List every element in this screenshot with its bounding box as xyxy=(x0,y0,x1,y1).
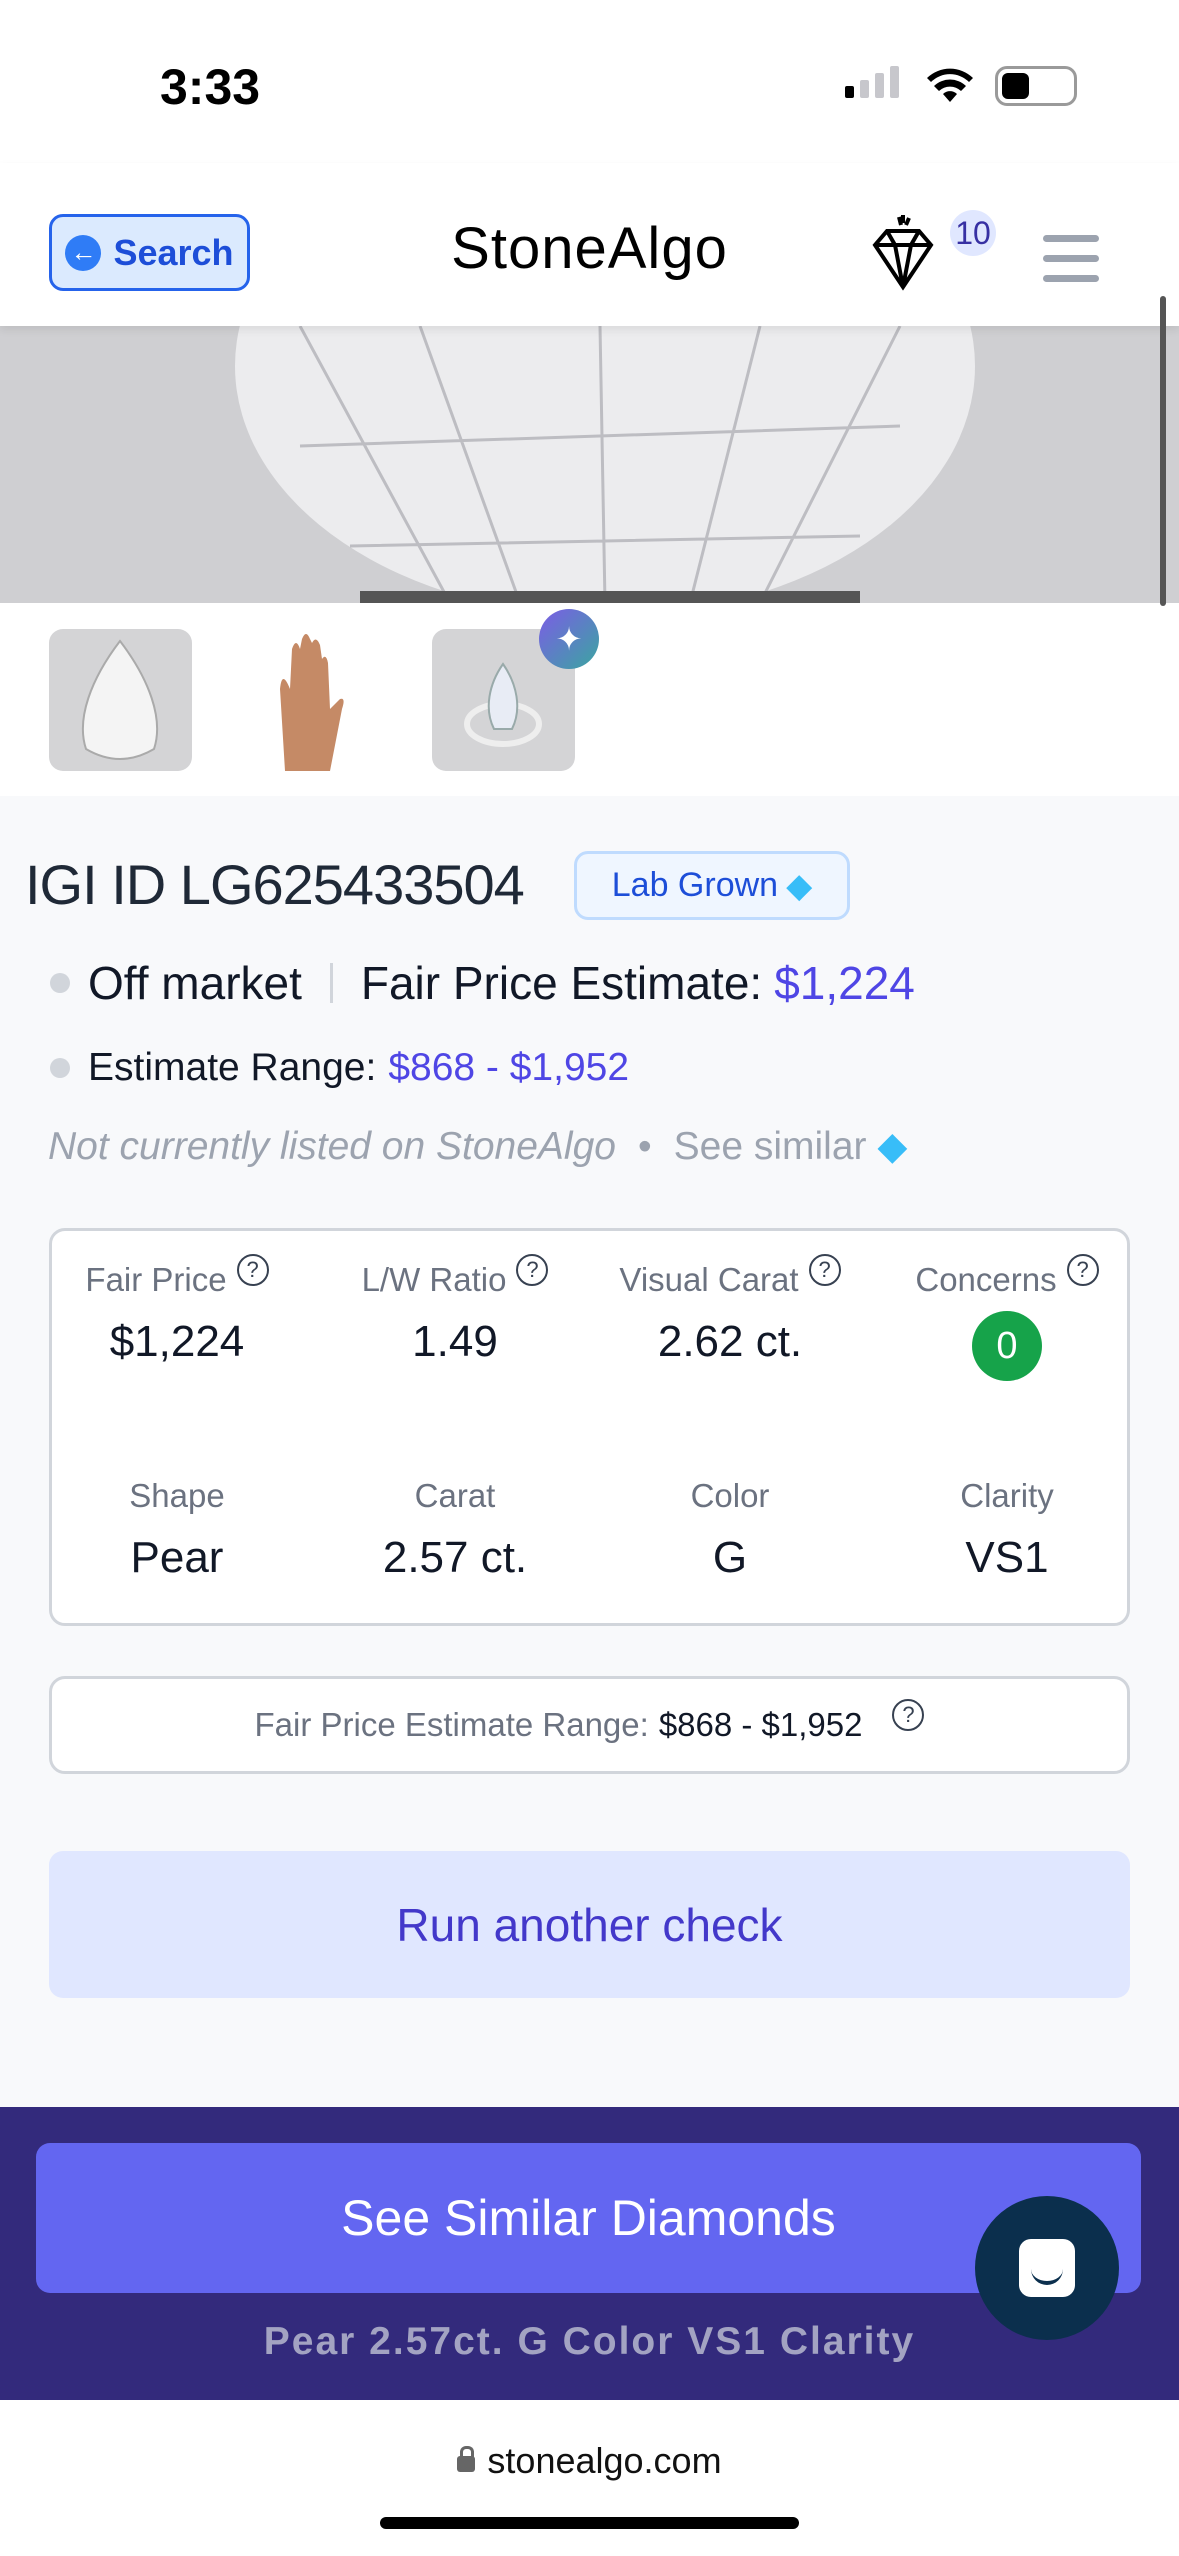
concerns-count-badge: 0 xyxy=(972,1311,1042,1381)
thumbnail-hand[interactable] xyxy=(240,629,383,771)
estimate-range-label: Estimate Range: xyxy=(88,1046,377,1089)
help-icon[interactable]: ? xyxy=(1066,1254,1099,1286)
diamond-icon[interactable] xyxy=(865,215,941,295)
ai-sparkle-icon[interactable]: ✦ xyxy=(539,609,599,669)
spec-visual-carat: Visual Carat? 2.62 ct. xyxy=(595,1254,865,1367)
status-dot xyxy=(50,973,70,993)
url-bar[interactable]: stonealgo.com xyxy=(0,2440,1179,2482)
fair-price-range-box: Fair Price Estimate Range: $868 - $1,952… xyxy=(49,1676,1130,1774)
spec-lw-ratio: L/W Ratio? 1.49 xyxy=(320,1254,590,1367)
logo[interactable]: StoneAlgo xyxy=(0,215,1179,282)
diamond-hero-image[interactable] xyxy=(0,326,1179,603)
lab-grown-label: Lab Grown xyxy=(611,866,779,904)
spec-value: $1,224 xyxy=(109,1317,245,1366)
see-similar-link[interactable]: See similar ◆ xyxy=(674,1124,908,1169)
estimate-range-value: $868 - $1,952 xyxy=(388,1046,630,1089)
top-nav: ← Search StoneAlgo 10 xyxy=(0,163,1179,326)
spec-label: Clarity xyxy=(960,1477,1054,1514)
spec-value: 2.62 ct. xyxy=(657,1317,803,1366)
menu-icon[interactable] xyxy=(1043,235,1099,295)
status-time: 3:33 xyxy=(160,59,261,115)
chat-icon[interactable] xyxy=(975,2196,1119,2340)
help-icon[interactable]: ? xyxy=(808,1254,841,1286)
spec-color: Color G xyxy=(595,1477,865,1583)
spec-label: Visual Carat xyxy=(619,1261,799,1298)
fair-price-value: $1,224 xyxy=(774,957,915,1009)
spec-label: Shape xyxy=(129,1477,225,1514)
listing-note: Not currently listed on StoneAlgo • See … xyxy=(48,1124,907,1169)
spec-value: VS1 xyxy=(965,1533,1049,1582)
spec-value: G xyxy=(712,1533,748,1582)
spec-value: 1.49 xyxy=(412,1317,498,1366)
saved-count-badge[interactable]: 10 xyxy=(950,210,996,256)
cta-subtitle: Pear 2.57ct. G Color VS1 Clarity xyxy=(263,2320,916,2363)
lab-grown-badge: Lab Grown ◆ xyxy=(574,851,850,920)
market-status-row: Off market Fair Price Estimate: $1,224 xyxy=(50,956,915,1010)
spec-label: Color xyxy=(690,1477,770,1514)
see-similar-label: See similar xyxy=(673,1125,867,1168)
battery-icon xyxy=(995,66,1077,106)
spec-value: Pear xyxy=(130,1533,224,1582)
specs-card: Fair Price? $1,224 L/W Ratio? 1.49 Visual … xyxy=(49,1228,1130,1626)
market-status: Off market xyxy=(88,957,302,1009)
run-another-check-button[interactable]: Run another check xyxy=(49,1851,1130,1998)
browser-bar: stonealgo.com xyxy=(0,2400,1179,2556)
fair-price-label: Fair Price Estimate: xyxy=(360,957,763,1009)
status-dot xyxy=(50,1058,70,1078)
range-label: Fair Price Estimate Range: xyxy=(254,1706,649,1743)
home-indicator[interactable] xyxy=(380,2517,799,2529)
not-listed-text: Not currently listed on StoneAlgo xyxy=(48,1124,616,1168)
signal-icon xyxy=(845,66,899,98)
spec-shape: Shape Pear xyxy=(42,1477,312,1583)
lock-icon xyxy=(457,2446,476,2472)
spec-value: 2.57 ct. xyxy=(382,1533,528,1582)
gem-icon: ◆ xyxy=(786,866,813,905)
spec-label: Concerns xyxy=(915,1261,1057,1298)
scrollbar[interactable] xyxy=(1160,296,1166,606)
spec-clarity: Clarity VS1 xyxy=(872,1477,1142,1583)
help-icon[interactable]: ? xyxy=(236,1254,269,1286)
range-value: $868 - $1,952 xyxy=(658,1706,863,1743)
wifi-icon xyxy=(927,68,973,102)
help-icon[interactable]: ? xyxy=(516,1254,549,1286)
spec-label: Carat xyxy=(414,1477,496,1514)
bullet: • xyxy=(637,1124,652,1168)
url-text: stonealgo.com xyxy=(487,2440,722,2481)
gem-icon: ◆ xyxy=(877,1125,908,1168)
spec-label: L/W Ratio xyxy=(361,1261,507,1298)
help-icon[interactable]: ? xyxy=(892,1699,925,1731)
thumbnail-diamond[interactable] xyxy=(49,629,192,771)
spec-fair-price: Fair Price? $1,224 xyxy=(42,1254,312,1367)
spec-carat: Carat 2.57 ct. xyxy=(320,1477,590,1583)
estimate-range-row: Estimate Range: $868 - $1,952 xyxy=(50,1046,629,1090)
spec-concerns: Concerns? 0 xyxy=(872,1254,1142,1381)
divider xyxy=(329,963,333,1003)
page-title: IGI ID LG625433504 xyxy=(25,853,525,916)
spec-label: Fair Price xyxy=(85,1261,227,1298)
